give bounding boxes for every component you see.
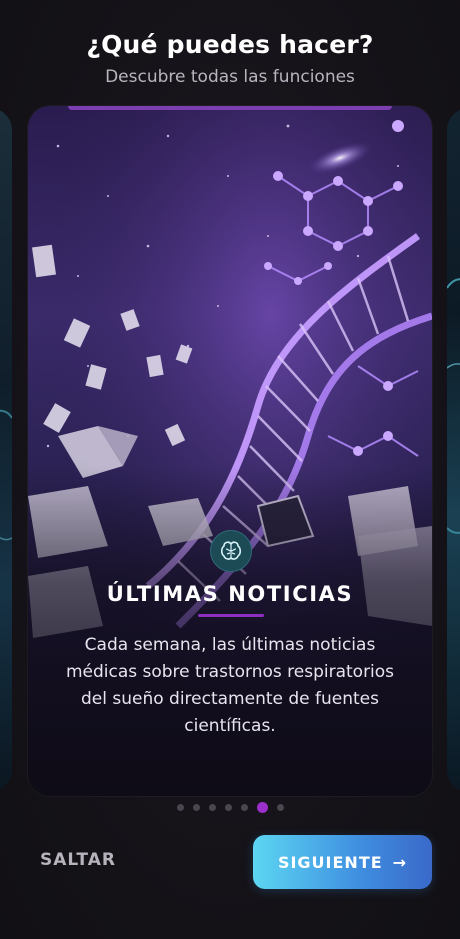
page-title: ¿Qué puedes hacer? (86, 30, 374, 59)
pagination-dot[interactable] (208, 804, 216, 811)
next-button[interactable]: SIGUIENTE → (253, 835, 432, 889)
feature-card[interactable]: ÚLTIMAS NOTICIAS Cada semana, las última… (28, 106, 432, 796)
pagination-dot-active[interactable] (256, 802, 268, 813)
pagination-dot[interactable] (276, 804, 284, 811)
previous-card-art (0, 409, 12, 541)
onboarding-screen: ¿Qué puedes hacer? Descubre todas las fu… (0, 0, 460, 939)
page-subtitle: Descubre todas las funciones (105, 67, 355, 87)
skip-button[interactable]: SALTAR (40, 850, 116, 870)
title-underline (198, 614, 264, 617)
next-card-peek[interactable] (447, 108, 460, 792)
card-description: Cada semana, las últimas noticias médica… (65, 635, 395, 736)
pagination-dot[interactable] (176, 804, 184, 811)
card-text-overlay (28, 466, 432, 796)
arrow-right-icon: → (392, 852, 408, 872)
pagination-dot[interactable] (224, 804, 232, 811)
card-accent-line (68, 106, 392, 110)
next-card-art (447, 278, 460, 534)
pagination-dot[interactable] (192, 804, 200, 811)
pagination-dot[interactable] (240, 804, 248, 811)
pagination-dots (0, 802, 460, 813)
previous-card-peek[interactable] (0, 108, 12, 792)
brain-icon (210, 530, 252, 572)
next-button-label: SIGUIENTE (277, 852, 383, 872)
card-title: ÚLTIMAS NOTICIAS (106, 582, 354, 606)
